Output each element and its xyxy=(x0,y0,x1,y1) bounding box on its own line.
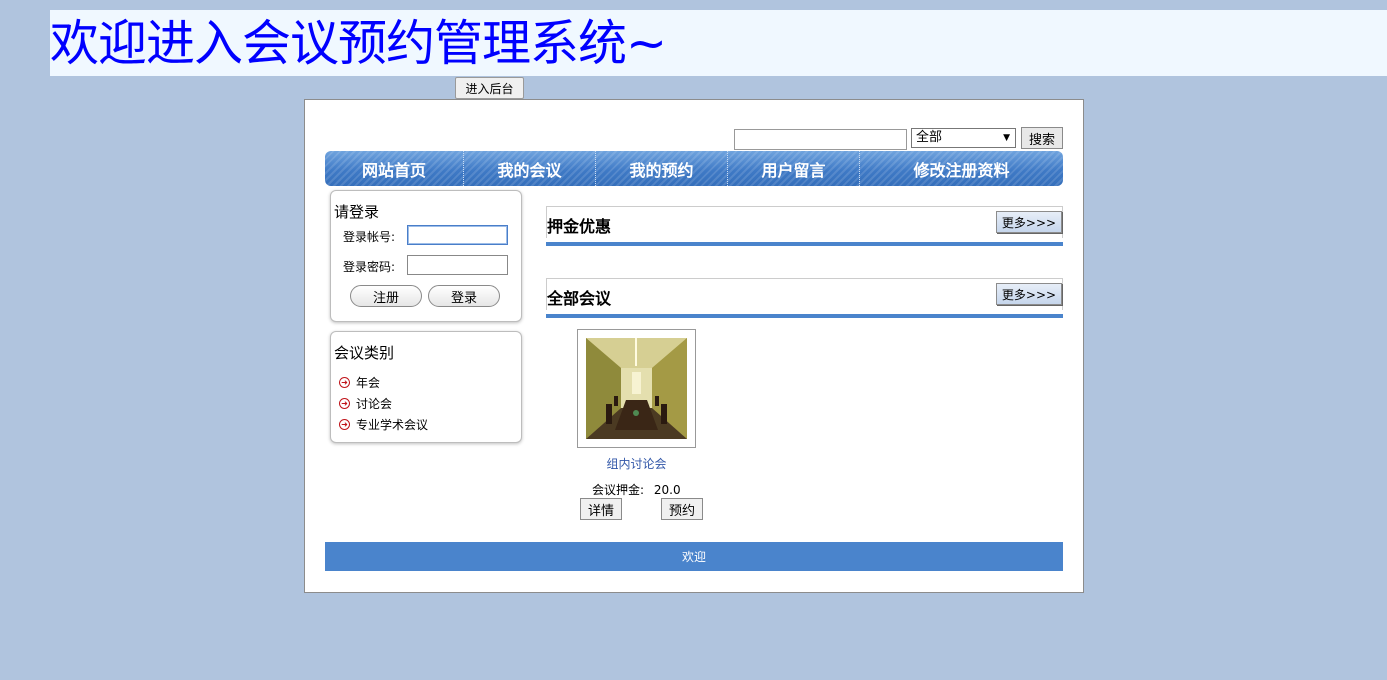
category-item[interactable]: ➜ 年会 xyxy=(339,372,428,393)
category-label[interactable]: 年会 xyxy=(356,374,380,391)
category-item[interactable]: ➜ 讨论会 xyxy=(339,393,428,414)
category-list: ➜ 年会 ➜ 讨论会 ➜ 专业学术会议 xyxy=(339,372,428,435)
all-meetings-section-header: 全部会议 更多>>> xyxy=(546,278,1063,310)
category-label[interactable]: 专业学术会议 xyxy=(356,416,428,433)
category-box: 会议类别 ➜ 年会 ➜ 讨论会 ➜ 专业学术会议 xyxy=(330,331,522,443)
nav-home[interactable]: 网站首页 xyxy=(325,151,464,186)
nav-my-meetings[interactable]: 我的会议 xyxy=(464,151,596,186)
deposit-section-header: 押金优惠 更多>>> xyxy=(546,206,1063,238)
arrow-circle-right-icon: ➜ xyxy=(339,398,350,409)
meeting-room-image xyxy=(586,338,687,439)
password-input[interactable] xyxy=(407,255,508,275)
section-divider xyxy=(546,242,1063,246)
deposit-label: 会议押金: xyxy=(592,483,645,497)
detail-button[interactable]: 详情 xyxy=(580,498,622,520)
search-category-select[interactable]: 全部 ▼ xyxy=(911,128,1016,148)
deposit-more-button[interactable]: 更多>>> xyxy=(996,211,1062,233)
meeting-image[interactable] xyxy=(577,329,696,448)
book-button[interactable]: 预约 xyxy=(661,498,703,520)
category-label[interactable]: 讨论会 xyxy=(356,395,392,412)
search-category-value: 全部 xyxy=(916,130,943,145)
all-meetings-section-title: 全部会议 xyxy=(547,289,612,308)
arrow-circle-right-icon: ➜ xyxy=(339,419,350,430)
all-meetings-more-button[interactable]: 更多>>> xyxy=(996,283,1062,305)
footer: 欢迎 xyxy=(325,542,1063,571)
deposit-section-title: 押金优惠 xyxy=(547,217,612,236)
deposit-value: 20.0 xyxy=(653,483,681,497)
register-button[interactable]: 注册 xyxy=(350,285,422,307)
main-panel: 全部 ▼ 搜索 网站首页 我的会议 我的预约 用户留言 修改注册资料 请登录 登… xyxy=(304,99,1084,593)
category-title: 会议类别 xyxy=(334,344,395,362)
section-divider xyxy=(546,314,1063,318)
meeting-deposit: 会议押金: 20.0 xyxy=(592,481,681,498)
chevron-down-icon: ▼ xyxy=(1003,133,1010,143)
account-input[interactable] xyxy=(407,225,508,245)
header-banner: 欢迎进入会议预约管理系统~ xyxy=(50,10,1387,76)
search-button[interactable]: 搜索 xyxy=(1021,127,1063,149)
nav-messages[interactable]: 用户留言 xyxy=(728,151,860,186)
nav-edit-profile[interactable]: 修改注册资料 xyxy=(860,151,1063,186)
admin-backend-button[interactable]: 进入后台 xyxy=(455,77,524,99)
main-nav: 网站首页 我的会议 我的预约 用户留言 修改注册资料 xyxy=(325,151,1063,186)
nav-my-bookings[interactable]: 我的预约 xyxy=(596,151,728,186)
password-label: 登录密码: xyxy=(343,260,396,274)
search-input[interactable] xyxy=(734,129,907,150)
meeting-name-link[interactable]: 组内讨论会 xyxy=(577,455,696,472)
category-item[interactable]: ➜ 专业学术会议 xyxy=(339,414,428,435)
login-box: 请登录 登录帐号: 登录密码: 注册 登录 xyxy=(330,190,522,322)
site-title: 欢迎进入会议预约管理系统~ xyxy=(50,15,667,72)
account-label: 登录帐号: xyxy=(343,230,396,244)
login-button[interactable]: 登录 xyxy=(428,285,500,307)
login-title: 请登录 xyxy=(334,203,380,221)
arrow-circle-right-icon: ➜ xyxy=(339,377,350,388)
